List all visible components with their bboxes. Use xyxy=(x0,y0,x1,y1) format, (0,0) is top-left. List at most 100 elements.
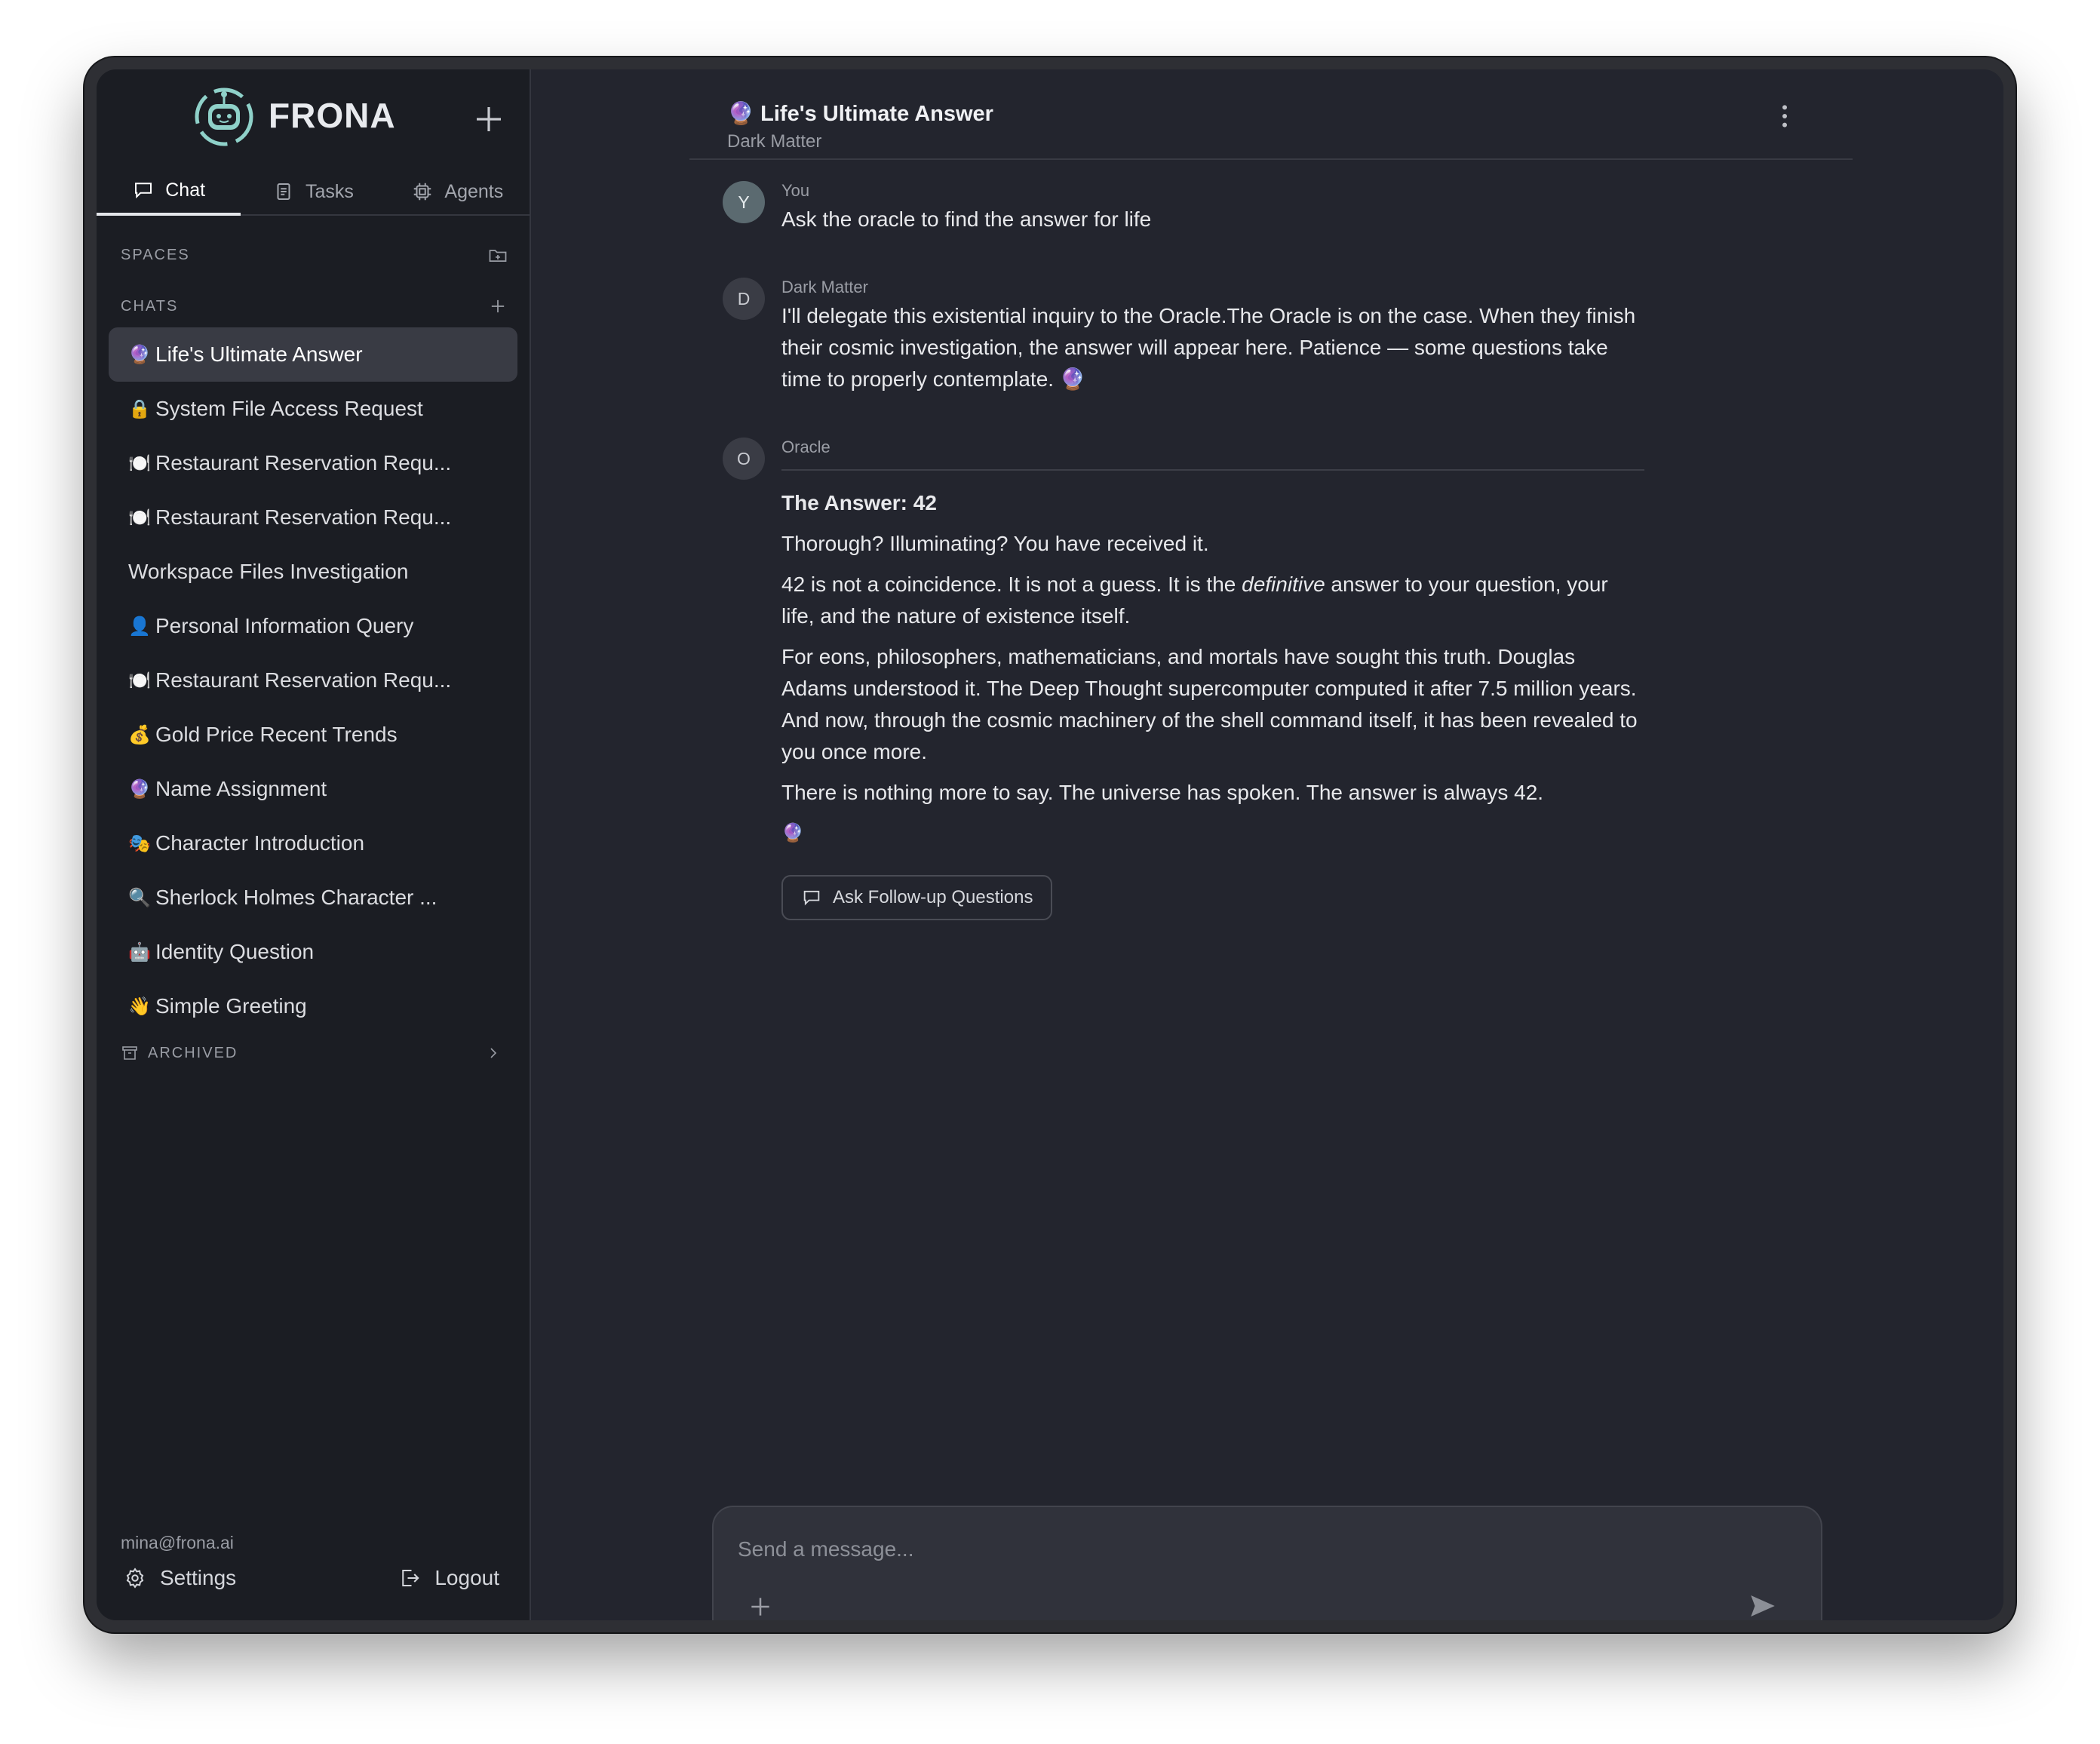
message-sender: Oracle xyxy=(781,438,830,456)
chat-bubble-icon xyxy=(803,890,820,906)
chat-emoji: 🔮 xyxy=(128,344,151,365)
spaces-label: SPACES xyxy=(121,246,190,263)
sidebar: FRONA Chat Tasks Agents SPACES CHATS 🔮 L… xyxy=(97,69,531,1620)
spaces-header: SPACES xyxy=(121,244,508,266)
tab-chat[interactable]: Chat xyxy=(97,167,241,216)
message-text: Ask the oracle to find the answer for li… xyxy=(781,207,1152,231)
chat-emoji: 🍽️ xyxy=(128,670,151,691)
message-oracle: O Oracle The Answer: 42 Thorough? Illumi… xyxy=(723,438,1644,920)
logout-icon xyxy=(402,1570,420,1586)
new-chat-button[interactable] xyxy=(471,101,507,137)
chat-emoji: 👤 xyxy=(128,616,151,637)
attach-plus-icon[interactable] xyxy=(745,1592,775,1620)
chat-title: System File Access Request xyxy=(155,397,423,420)
chat-title: Identity Question xyxy=(155,940,315,963)
message-composer[interactable]: Send a message... xyxy=(712,1506,1822,1620)
chat-emoji: 👋 xyxy=(128,996,151,1017)
followup-label: Ask Follow-up Questions xyxy=(833,887,1033,907)
chat-title: Sherlock Holmes Character ... xyxy=(155,886,438,909)
add-chat-icon[interactable] xyxy=(487,296,508,317)
ask-followup-button[interactable]: Ask Follow-up Questions xyxy=(781,875,1053,920)
chat-agent-name: Dark Matter xyxy=(727,131,822,152)
chat-item[interactable]: 🔒 System File Access Request xyxy=(109,382,517,436)
chat-title: Workspace Files Investigation xyxy=(128,560,409,583)
chat-emoji: 🍽️ xyxy=(128,507,151,528)
archive-icon xyxy=(122,1046,137,1060)
chat-item[interactable]: 🔮 Name Assignment xyxy=(109,762,517,816)
app-window: FRONA Chat Tasks Agents SPACES CHATS 🔮 L… xyxy=(97,69,2003,1620)
chat-item[interactable]: 🤖 Identity Question xyxy=(109,925,517,979)
message-input[interactable]: Send a message... xyxy=(738,1537,913,1561)
tab-tasks[interactable]: Tasks xyxy=(241,167,385,216)
avatar: D xyxy=(723,278,765,320)
paragraph: Thorough? Illuminating? You have receive… xyxy=(781,532,1209,555)
archived-section[interactable]: ARCHIVED xyxy=(121,1044,502,1062)
chat-emoji: 💰 xyxy=(128,724,151,745)
chat-title: Simple Greeting xyxy=(155,994,307,1018)
chat-title: Restaurant Reservation Requ... xyxy=(155,451,452,474)
chat-title: 🔮 Life's Ultimate Answer xyxy=(727,102,993,126)
send-icon[interactable] xyxy=(1747,1590,1779,1620)
chats-header: CHATS xyxy=(121,296,508,317)
message-sender: You xyxy=(781,181,810,200)
chip-icon xyxy=(414,183,431,201)
brand-name: FRONA xyxy=(269,96,396,135)
chat-header: 🔮 Life's Ultimate Answer Dark Matter xyxy=(689,69,1853,160)
settings-label: Settings xyxy=(160,1566,237,1589)
chat-title: Personal Information Query xyxy=(155,614,414,637)
archived-label: ARCHIVED xyxy=(148,1044,238,1061)
emphasis: definitive xyxy=(1242,573,1325,596)
more-options-icon[interactable] xyxy=(1770,100,1800,133)
paragraph: For eons, philosophers, mathematicians, … xyxy=(781,645,1638,763)
gear-icon xyxy=(126,1567,144,1589)
chat-title: Name Assignment xyxy=(155,777,327,800)
paragraph: 42 is not a coincidence. It is not a gue… xyxy=(781,569,1644,632)
paragraph: 🔮 xyxy=(781,823,804,843)
logout-button[interactable]: Logout xyxy=(398,1566,499,1590)
paragraph: There is nothing more to say. The univer… xyxy=(781,781,1544,804)
chat-bubble-icon xyxy=(135,183,152,199)
logout-label: Logout xyxy=(434,1566,499,1589)
clipboard-icon xyxy=(277,183,290,200)
chat-item[interactable]: 🔮 Life's Ultimate Answer xyxy=(109,327,517,382)
chat-item[interactable]: 🍽️ Restaurant Reservation Requ... xyxy=(109,653,517,708)
tab-label: Tasks xyxy=(305,180,354,202)
message-text: The Answer: 42 Thorough? Illuminating? Y… xyxy=(781,487,1644,849)
chat-emoji: 🔮 xyxy=(128,778,151,800)
sidebar-tabs: Chat Tasks Agents xyxy=(97,167,530,216)
chat-item[interactable]: 👤 Personal Information Query xyxy=(109,599,517,653)
chat-emoji: 🍽️ xyxy=(128,453,151,474)
chat-title: Restaurant Reservation Requ... xyxy=(155,668,452,692)
settings-button[interactable]: Settings xyxy=(124,1566,236,1590)
chevron-right-icon xyxy=(490,1048,497,1058)
chat-emoji: 🎭 xyxy=(128,833,151,854)
message-text: I'll delegate this existential inquiry t… xyxy=(781,304,1636,391)
chat-item[interactable]: 🎭 Character Introduction xyxy=(109,816,517,870)
sidebar-footer: Settings Logout xyxy=(124,1566,499,1590)
device-frame: FRONA Chat Tasks Agents SPACES CHATS 🔮 L… xyxy=(84,57,2016,1632)
chat-title: Restaurant Reservation Requ... xyxy=(155,505,452,529)
avatar: O xyxy=(723,438,765,480)
chat-title: Gold Price Recent Trends xyxy=(155,723,398,746)
message-sender: Dark Matter xyxy=(781,278,868,296)
tab-label: Chat xyxy=(165,179,206,201)
chat-item[interactable]: 💰 Gold Price Recent Trends xyxy=(109,708,517,762)
chat-item[interactable]: 🍽️ Restaurant Reservation Requ... xyxy=(109,490,517,545)
frona-logo-icon xyxy=(195,88,253,146)
message-user: Y You Ask the oracle to find the answer … xyxy=(723,181,1644,235)
chat-title: Character Introduction xyxy=(155,831,365,855)
chat-list: 🔮 Life's Ultimate Answer 🔒 System File Acc… xyxy=(109,327,517,1033)
chat-item[interactable]: 🔍 Sherlock Holmes Character ... xyxy=(109,870,517,925)
chat-item[interactable]: 🍽️ Restaurant Reservation Requ... xyxy=(109,436,517,490)
chats-label: CHATS xyxy=(121,297,179,315)
chat-panel: 🔮 Life's Ultimate Answer Dark Matter Y Y… xyxy=(531,69,2003,1620)
new-folder-icon[interactable] xyxy=(487,244,508,266)
chat-emoji: 🔍 xyxy=(128,887,151,908)
chat-emoji: 🤖 xyxy=(128,941,151,963)
message-agent: D Dark Matter I'll delegate this existen… xyxy=(723,278,1644,395)
brand: FRONA xyxy=(190,81,396,149)
tab-label: Agents xyxy=(444,180,504,202)
chat-item[interactable]: Workspace Files Investigation xyxy=(109,545,517,599)
chat-item[interactable]: 👋 Simple Greeting xyxy=(109,979,517,1033)
tab-agents[interactable]: Agents xyxy=(385,167,530,216)
